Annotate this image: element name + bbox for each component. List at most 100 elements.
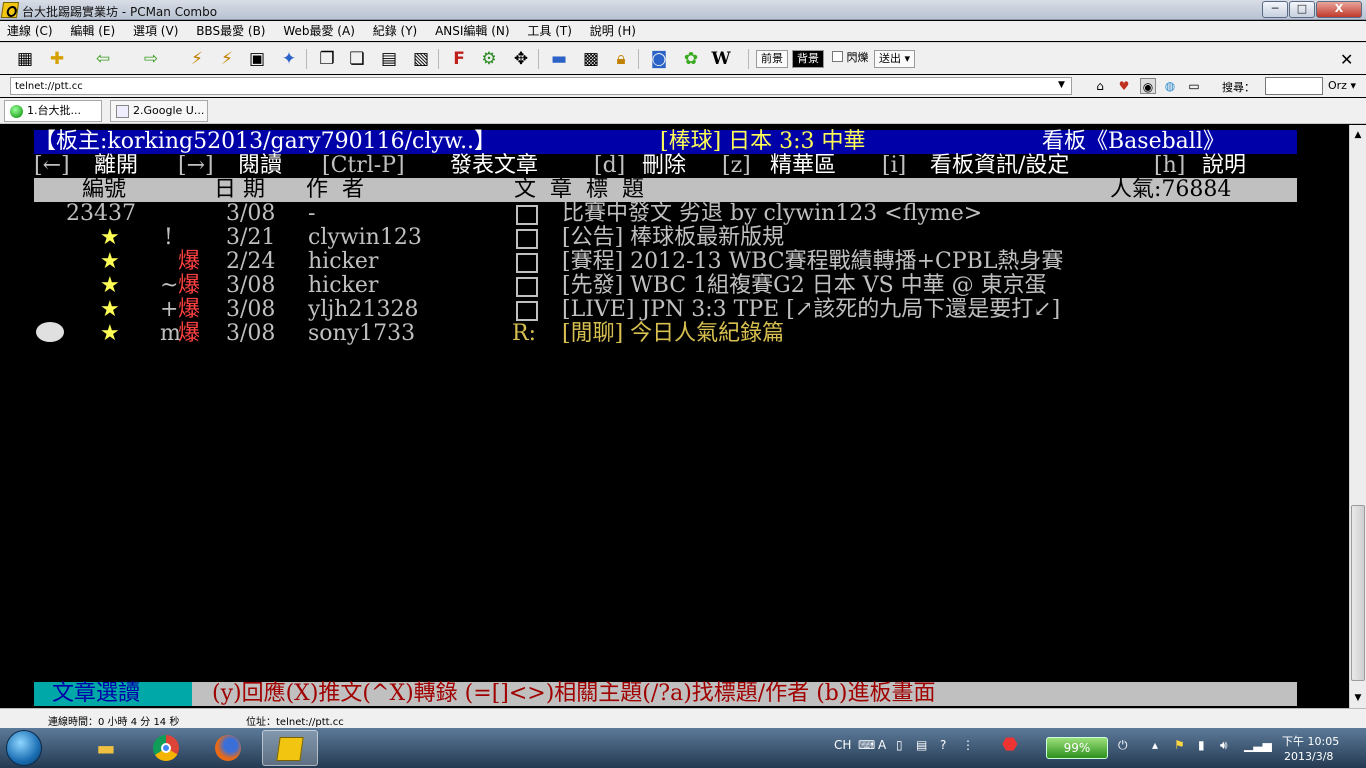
emoticon-icon[interactable]: ▬ <box>548 48 570 70</box>
wikipedia-icon[interactable]: W <box>710 48 732 70</box>
select-all-icon[interactable]: ▧ <box>410 48 432 70</box>
file-explorer-icon[interactable]: ▬ <box>78 730 134 766</box>
action-center-flag-icon[interactable]: ⚑ <box>1174 738 1185 752</box>
post-mark: ! <box>164 225 173 250</box>
search-engine-select[interactable]: Orz ▾ <box>1328 79 1356 92</box>
ime-icon[interactable]: ⌨ <box>858 738 875 752</box>
site-list-icon[interactable]: ▦ <box>14 48 36 70</box>
bbs-terminal[interactable]: 【板主:korking52013/gary790116/clyw..】 [棒球]… <box>0 125 1349 708</box>
maximize-button[interactable]: □ <box>1289 1 1315 18</box>
mouse-mode-icon[interactable]: ◉ <box>1140 78 1156 94</box>
disconnect-icon[interactable]: ⚡ <box>186 48 208 70</box>
menu-help[interactable]: 說明 (H) <box>583 21 643 41</box>
font-icon[interactable]: F <box>448 48 470 70</box>
connection-time: 連線時間：0 小時 4 分 14 秒 <box>48 717 180 728</box>
reconnect-icon[interactable]: ⚡ <box>216 48 238 70</box>
home-icon[interactable]: ⌂ <box>1092 78 1108 94</box>
show-hidden-icons[interactable]: ▴ <box>1152 738 1158 752</box>
icq-flower-icon[interactable]: ✿ <box>680 48 702 70</box>
scroll-down-icon[interactable]: ▼ <box>1350 690 1366 706</box>
close-icon[interactable]: ✕ <box>1340 50 1353 69</box>
ansi-color-icon[interactable]: ♥ <box>1116 78 1132 94</box>
window-title-bar[interactable]: 台大批踢踢實業坊 - PCMan Combo ─ □ X <box>0 0 1366 20</box>
copy-ansi-icon[interactable]: ▤ <box>378 48 400 70</box>
fullscreen-icon[interactable]: ✥ <box>510 48 532 70</box>
vertical-scrollbar[interactable]: ▲ ▼ <box>1349 125 1366 708</box>
menu-web-favorites[interactable]: Web最愛 (A) <box>276 21 362 41</box>
unread-box <box>516 252 538 276</box>
power-plug-icon[interactable]: ⏻ <box>1118 738 1128 753</box>
post-row-selected[interactable]: ★ m 爆 3/08 sony1733 R: [閒聊] 今日人氣紀錄篇 <box>0 322 1300 346</box>
tab-google[interactable]: 2.Google U... <box>110 100 208 122</box>
copy-icon[interactable]: ❐ <box>316 48 338 70</box>
battery-indicator[interactable]: 99% <box>1046 737 1108 759</box>
menu-edit[interactable]: 編輯 (E) <box>63 21 122 41</box>
help-read: 閱讀 <box>238 153 283 178</box>
chevron-down-icon[interactable]: ▾ <box>905 52 911 65</box>
checkbox-square[interactable] <box>832 51 843 62</box>
globe-icon[interactable]: ◍ <box>1162 78 1178 94</box>
blink-label: 閃爍 <box>846 51 869 64</box>
pcman-taskbar-icon[interactable] <box>262 730 318 766</box>
add-favorite-icon[interactable]: ✦ <box>278 48 300 70</box>
help-help-key: [h] <box>1154 153 1186 178</box>
menu-tools[interactable]: 工具 (T) <box>520 21 579 41</box>
blink-checkbox[interactable]: 閃爍 <box>828 50 873 68</box>
tray-window-icon[interactable]: ▯ <box>896 738 903 752</box>
send-button[interactable]: 送出 ▾ <box>874 50 916 68</box>
help-info-key: [i] <box>882 153 907 178</box>
close-window-button[interactable]: X <box>1316 1 1362 18</box>
monitor-icon[interactable]: ▭ <box>1186 78 1202 94</box>
scroll-thumb[interactable] <box>1351 505 1365 681</box>
post-row[interactable]: ★ + 爆 3/08 yljh21328 [LIVE] JPN 3:3 TPE … <box>0 298 1300 322</box>
lock-icon[interactable]: 🔒︎ <box>610 48 632 70</box>
footer-command-text: (y)回應(X)推文(^X)轉錄 (=[]<>)相關主題(/?a)找標題/作者 … <box>212 681 936 706</box>
post-row[interactable]: 23437 3/08 - 比賽中發文 劣退 by clywin123 <flym… <box>0 202 1300 226</box>
volume-icon[interactable]: 🔊︎ <box>1220 738 1228 753</box>
back-arrow-icon[interactable]: ⇦ <box>92 48 114 70</box>
antivirus-icon[interactable]: ⬣ <box>1002 734 1018 755</box>
cancel-icon[interactable]: ▣ <box>246 48 268 70</box>
post-row[interactable]: ★ ~ 爆 3/08 hicker [先發] WBC 1組複賽G2 日本 VS … <box>0 274 1300 298</box>
menu-options[interactable]: 選項 (V) <box>126 21 185 41</box>
background-color-button[interactable]: 背景 <box>792 50 824 68</box>
column-author: 作 者 <box>306 177 364 202</box>
google-search-icon[interactable]: ◙ <box>648 48 670 70</box>
post-row[interactable]: ★ ! 3/21 clywin123 [公告] 棒球板最新版規 <box>0 226 1300 250</box>
foreground-color-button[interactable]: 前景 <box>756 50 788 68</box>
menu-log[interactable]: 紀錄 (Y) <box>366 21 425 41</box>
qrcode-icon[interactable]: ▩ <box>580 48 602 70</box>
network-icon[interactable]: ▁▃▅ <box>1244 738 1272 752</box>
settings-gear-icon[interactable]: ⚙ <box>478 48 500 70</box>
address-input[interactable] <box>10 77 1072 95</box>
post-row[interactable]: ★ 爆 2/24 hicker [賽程] 2012-13 WBC賽程戰績轉播+C… <box>0 250 1300 274</box>
start-button[interactable] <box>6 730 42 766</box>
menu-ansi-edit[interactable]: ANSI編輯 (N) <box>428 21 517 41</box>
forward-arrow-icon[interactable]: ⇨ <box>140 48 162 70</box>
clock-date[interactable]: 2013/3/8 <box>1284 750 1333 763</box>
minimize-button[interactable]: ─ <box>1262 1 1288 18</box>
firefox-icon[interactable] <box>200 730 256 766</box>
power-icon[interactable]: ▮ <box>1198 738 1205 752</box>
search-input[interactable] <box>1265 77 1323 95</box>
pcman-app-icon[interactable] <box>0 2 20 18</box>
tab-ptt[interactable]: 1.台大批... <box>4 100 102 122</box>
new-connection-icon[interactable]: ✚ <box>46 48 68 70</box>
chevron-down-icon[interactable]: ▼ <box>1058 80 1065 90</box>
paste-icon[interactable]: ❏ <box>346 48 368 70</box>
tray-menu-icon[interactable]: ▤ <box>916 738 927 752</box>
scroll-up-icon[interactable]: ▲ <box>1350 127 1366 143</box>
help-help: 說明 <box>1202 153 1247 178</box>
clock-time[interactable]: 下午 10:05 <box>1282 733 1339 749</box>
menu-connection[interactable]: 連線 (C) <box>0 21 60 41</box>
help-delete-key: [d] <box>594 153 626 178</box>
window-title: 台大批踢踢實業坊 - PCMan Combo <box>22 5 218 19</box>
unread-box <box>516 276 538 300</box>
input-language[interactable]: CH <box>834 738 851 752</box>
help-icon[interactable]: ? <box>940 738 946 752</box>
web-page-icon <box>116 105 129 118</box>
menu-bbs-favorites[interactable]: BBS最愛 (B) <box>189 21 272 41</box>
chrome-icon[interactable] <box>138 730 194 766</box>
font-size-icon[interactable]: A <box>878 738 886 752</box>
tray-options-icon[interactable]: ⋮ <box>962 738 974 752</box>
